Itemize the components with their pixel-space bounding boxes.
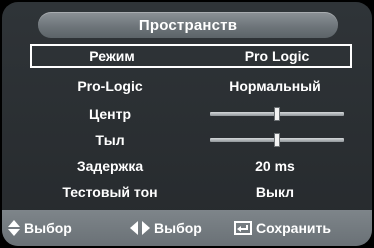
footer-save-hint: Сохранить bbox=[234, 210, 331, 246]
slider-thumb[interactable] bbox=[274, 107, 280, 121]
up-down-arrows-icon bbox=[8, 220, 20, 236]
menu-row-label: Тестовый тон bbox=[62, 184, 158, 200]
menu-row-value: Pro Logic bbox=[244, 48, 310, 64]
center-slider[interactable] bbox=[210, 102, 344, 126]
menu-row-center[interactable]: Центр bbox=[30, 102, 352, 126]
slider-thumb[interactable] bbox=[274, 133, 280, 147]
footer-save-label: Сохранить bbox=[256, 220, 331, 236]
footer-move-label: Выбор bbox=[24, 220, 72, 236]
footer-bar: Выбор Выбор Сохранить bbox=[2, 210, 372, 246]
menu-row-value: 20 ms bbox=[255, 158, 295, 174]
menu-row-label: Pro-Logic bbox=[77, 78, 143, 94]
menu-row-mode[interactable]: Режим Pro Logic bbox=[30, 44, 352, 68]
menu-row-test-tone[interactable]: Тестовый тон Выкл bbox=[30, 180, 352, 204]
enter-return-icon bbox=[234, 221, 252, 235]
menu-row-value: Нормальный bbox=[229, 78, 321, 94]
title-bar: Пространств bbox=[38, 12, 338, 38]
menu-row-label: Тыл bbox=[95, 132, 125, 148]
menu-row-value: Выкл bbox=[255, 184, 295, 200]
menu-row-label: Задержка bbox=[76, 158, 144, 174]
footer-move-hint: Выбор bbox=[8, 210, 72, 246]
menu-row-label: Режим bbox=[89, 48, 135, 64]
menu-row-pro-logic[interactable]: Pro-Logic Нормальный bbox=[30, 74, 352, 98]
rear-slider[interactable] bbox=[210, 128, 344, 152]
left-right-arrows-icon bbox=[130, 221, 150, 235]
menu-row-label: Центр bbox=[88, 106, 132, 122]
footer-adjust-label: Выбор bbox=[154, 220, 202, 236]
menu-title: Пространств bbox=[138, 16, 238, 34]
menu-panel: Пространств Режим Pro Logic Pro-Logic Но… bbox=[2, 2, 372, 246]
tv-osd-screen: Пространств Режим Pro Logic Pro-Logic Но… bbox=[0, 0, 374, 248]
menu-row-rear[interactable]: Тыл bbox=[30, 128, 352, 152]
menu-row-delay[interactable]: Задержка 20 ms bbox=[30, 154, 352, 178]
footer-adjust-hint: Выбор bbox=[130, 210, 202, 246]
